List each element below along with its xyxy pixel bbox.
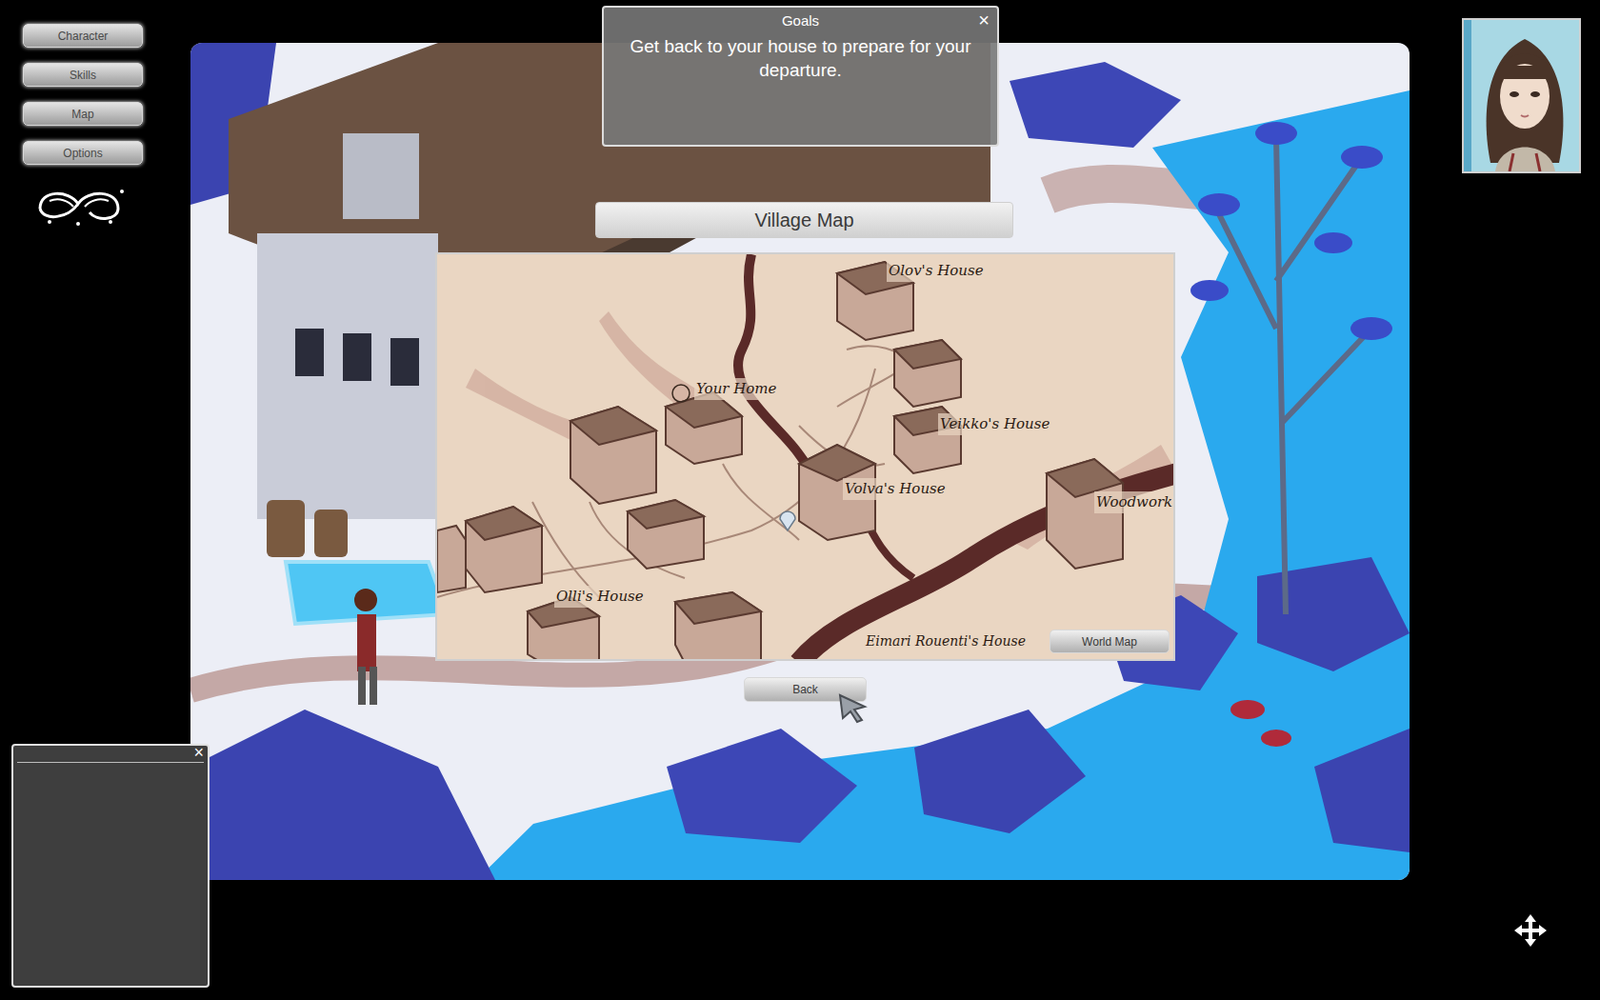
- map-location-label[interactable]: Woodwork: [1094, 491, 1175, 514]
- map-button[interactable]: Map: [22, 101, 143, 126]
- map-location-label[interactable]: Eimari Rouenti's House: [863, 631, 1028, 652]
- map-location-label[interactable]: Olli's House: [554, 585, 646, 608]
- village-map[interactable]: Olov's House Your Home Veikko's House Vo…: [435, 252, 1176, 661]
- map-location-label[interactable]: Your Home: [694, 378, 779, 400]
- main-menu: Character Skills Map Options: [22, 23, 143, 228]
- character-button[interactable]: Character: [22, 23, 143, 48]
- move-camera-icon[interactable]: [1513, 913, 1548, 948]
- village-map-title: Village Map: [595, 201, 1014, 239]
- map-location-label[interactable]: Veikko's House: [938, 413, 1052, 436]
- goal-text: Get back to your house to prepare for yo…: [619, 34, 982, 82]
- goals-close-button[interactable]: ×: [978, 9, 990, 31]
- goals-panel: Goals × Get back to your house to prepar…: [601, 5, 1000, 147]
- portrait-face-icon: [1471, 20, 1580, 172]
- skills-button[interactable]: Skills: [22, 62, 143, 87]
- character-portrait[interactable]: [1461, 18, 1581, 174]
- chat-close-button[interactable]: ×: [193, 742, 204, 762]
- mouse-cursor-icon: [838, 693, 869, 724]
- chat-panel[interactable]: ×: [11, 743, 210, 988]
- map-location-label[interactable]: Olov's House: [886, 260, 986, 282]
- chat-header: ×: [17, 745, 204, 763]
- game-screen: Character Skills Map Options Goals × Get…: [0, 0, 1600, 1000]
- goals-title: Goals: [781, 11, 820, 31]
- portrait-side-bar: [1463, 20, 1472, 172]
- map-drawing-icon: [437, 254, 1176, 661]
- options-button[interactable]: Options: [22, 140, 143, 165]
- map-location-label[interactable]: Volva's House: [842, 478, 948, 500]
- world-map-button[interactable]: World Map: [1049, 629, 1170, 654]
- game-logo-icon: [30, 180, 128, 228]
